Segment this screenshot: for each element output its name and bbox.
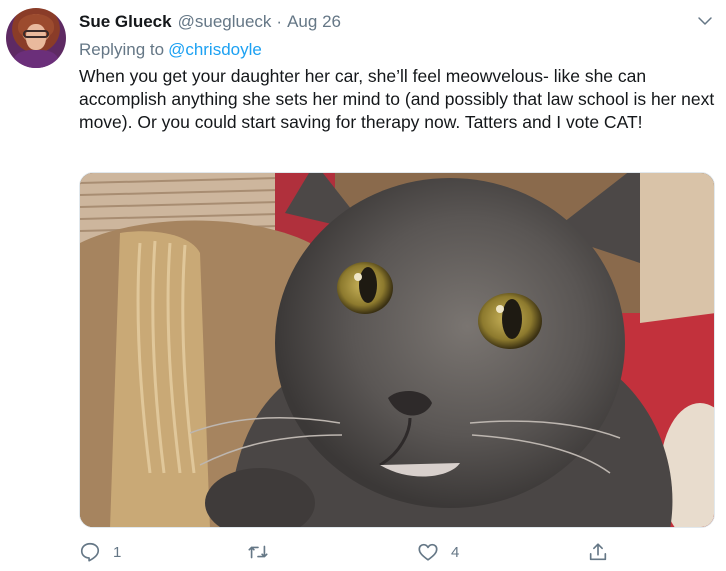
tweet-text: When you get your daughter her car, she’…	[79, 66, 715, 132]
avatar-glasses	[23, 30, 49, 38]
retweet-icon[interactable]	[247, 541, 269, 563]
replying-to: Replying to @chrisdoyle	[79, 40, 262, 60]
like-action[interactable]: 4	[417, 541, 459, 563]
reply-icon[interactable]	[79, 541, 101, 563]
share-action[interactable]	[587, 541, 609, 563]
retweet-action[interactable]	[247, 541, 281, 563]
reply-action[interactable]: 1	[79, 541, 121, 563]
tweet-photo[interactable]	[79, 172, 715, 528]
tweet-header: Sue Glueck @sueglueck · Aug 26	[79, 12, 341, 32]
header-separator: ·	[276, 12, 283, 31]
replying-to-link[interactable]: @chrisdoyle	[168, 40, 262, 59]
avatar[interactable]	[6, 8, 66, 68]
replying-to-label: Replying to	[79, 40, 165, 59]
cat-photo-illustration	[80, 173, 714, 527]
tweet-actions: 1 4	[79, 541, 639, 567]
avatar-shirt	[14, 50, 58, 68]
tweet-date[interactable]: Aug 26	[287, 12, 341, 32]
like-count: 4	[451, 543, 460, 561]
share-icon[interactable]	[587, 541, 609, 563]
heart-icon[interactable]	[417, 541, 439, 563]
author-handle[interactable]: @sueglueck	[178, 12, 272, 32]
reply-count: 1	[113, 543, 122, 561]
author-name[interactable]: Sue Glueck	[79, 12, 172, 32]
chevron-down-icon[interactable]	[696, 12, 714, 30]
